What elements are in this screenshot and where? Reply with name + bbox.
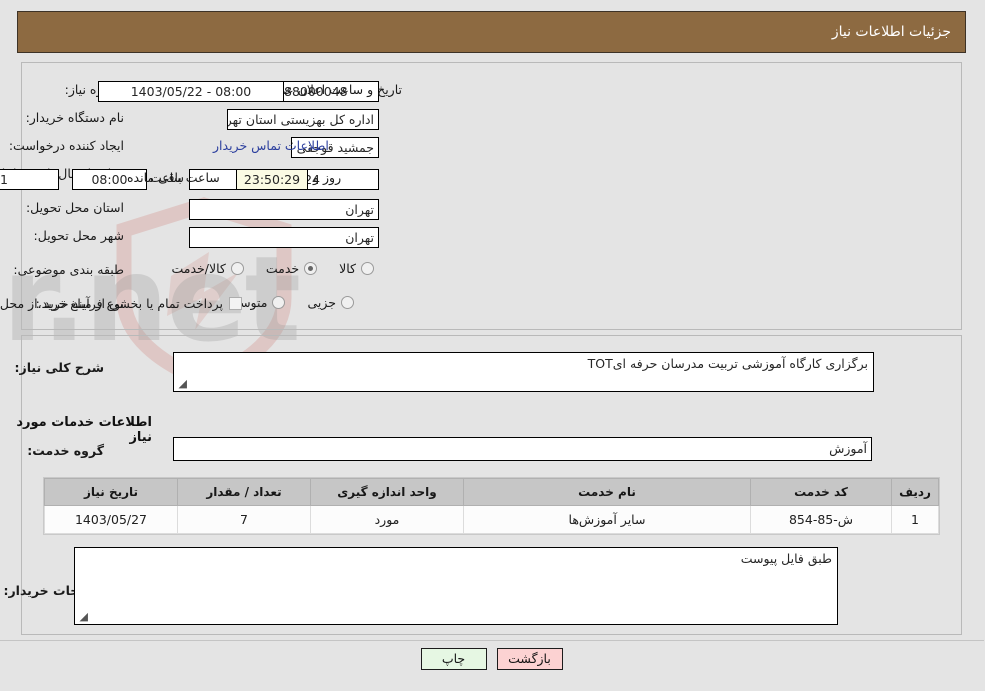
deadline-remaining-label: ساعت باقی مانده bbox=[128, 170, 221, 185]
delivery-province-label: استان محل تحویل: bbox=[26, 200, 125, 215]
subject-classification-radios: کالا خدمت کالا/خدمت bbox=[150, 261, 375, 276]
general-description-label-row: شرح کلی نیاز: bbox=[16, 360, 105, 375]
treasury-bond-checkbox-row[interactable]: پرداخت تمام یا بخشی از مبلغ خرید،از محل … bbox=[0, 296, 243, 311]
radio-item-khedmat[interactable]: خدمت bbox=[266, 261, 319, 276]
deadline-remaining-label-row: ساعت باقی مانده bbox=[128, 170, 221, 185]
services-table: ردیف کد خدمت نام خدمت واحد اندازه گیری ت… bbox=[45, 478, 940, 534]
delivery-city-field: تهران bbox=[190, 227, 380, 248]
general-description-label: شرح کلی نیاز: bbox=[15, 360, 105, 375]
back-button[interactable]: بازگشت bbox=[497, 648, 564, 670]
treasury-bond-checkbox-icon[interactable] bbox=[230, 297, 243, 310]
radio-jozee-icon[interactable] bbox=[342, 296, 355, 309]
footer-separator bbox=[0, 640, 985, 641]
subject-classification-label: طبقه بندی موضوعی: bbox=[14, 262, 125, 277]
radio-kala-label: کالا bbox=[340, 261, 357, 276]
deadline-countdown-field: 23:50:29 bbox=[237, 169, 309, 190]
th-need-date: تاریخ نیاز bbox=[45, 478, 179, 506]
th-quantity: تعداد / مقدار bbox=[178, 478, 312, 506]
buyer-org-label-row: نام دستگاه خریدار: bbox=[27, 110, 125, 125]
radio-item-jozee[interactable]: جزیی bbox=[308, 295, 355, 310]
th-unit: واحد اندازه گیری bbox=[311, 478, 465, 506]
service-group-label-row: گروه خدمت: bbox=[28, 443, 105, 458]
cell-radif: 1 bbox=[892, 505, 940, 534]
need-summary-panel bbox=[22, 62, 963, 330]
th-service-code: کد خدمت bbox=[751, 478, 893, 506]
cell-quantity: 7 bbox=[178, 505, 312, 534]
request-creator-label-row: ایجاد کننده درخواست: bbox=[10, 138, 125, 153]
page-header: جزئیات اطلاعات نیاز bbox=[18, 11, 967, 53]
buyer-notes-value: طبق فایل پیوست bbox=[741, 551, 833, 566]
general-description-value: برگزاری کارگاه آموزشی تربیت مدرسان حرفه … bbox=[588, 356, 869, 371]
deadline-days-field: 1 bbox=[0, 169, 60, 190]
delivery-province-label-row: استان محل تحویل: bbox=[27, 200, 125, 215]
service-group-field: آموزش bbox=[174, 437, 873, 461]
radio-kala-icon[interactable] bbox=[362, 262, 375, 275]
service-group-label: گروه خدمت: bbox=[28, 443, 105, 458]
deadline-days-label-row: روز و bbox=[314, 170, 342, 185]
radio-khedmat-label: خدمت bbox=[266, 261, 301, 276]
th-radif: ردیف bbox=[892, 478, 940, 506]
buyer-org-field: اداره کل بهزیستی استان تهران bbox=[228, 109, 380, 130]
services-table-wrapper: ردیف کد خدمت نام خدمت واحد اندازه گیری ت… bbox=[44, 477, 941, 535]
th-service-name: نام خدمت bbox=[464, 478, 752, 506]
resize-grip-icon[interactable]: ◢ bbox=[178, 378, 188, 389]
treasury-bond-checkbox-label: پرداخت تمام یا بخشی از مبلغ خرید،از محل … bbox=[0, 296, 224, 311]
cell-unit: مورد bbox=[311, 505, 465, 534]
resize-grip-icon-notes[interactable]: ◢ bbox=[79, 611, 89, 622]
subject-classification-label-row: طبقه بندی موضوعی: bbox=[14, 262, 125, 277]
contact-link-row[interactable]: اطلاعات تماس خریدار bbox=[214, 138, 330, 153]
radio-kala-khedmat-icon[interactable] bbox=[231, 262, 245, 275]
table-row: 1 ش-85-854 سایر آموزش‌ها مورد 7 1403/05/… bbox=[45, 505, 940, 534]
page-title: جزئیات اطلاعات نیاز bbox=[832, 24, 952, 40]
radio-item-kala-khedmat[interactable]: کالا/خدمت bbox=[172, 261, 245, 276]
radio-jozee-label: جزیی bbox=[308, 295, 337, 310]
cell-service-code: ش-85-854 bbox=[751, 505, 893, 534]
request-creator-label: ایجاد کننده درخواست: bbox=[9, 138, 125, 153]
table-header-row: ردیف کد خدمت نام خدمت واحد اندازه گیری ت… bbox=[45, 478, 940, 506]
services-section-title: اطلاعات خدمات مورد نیاز bbox=[17, 415, 153, 445]
announce-datetime-field: 08:00 - 1403/05/22 bbox=[99, 81, 285, 102]
delivery-city-label-row: شهر محل تحویل: bbox=[35, 228, 125, 243]
delivery-province-field: تهران bbox=[190, 199, 380, 220]
cell-need-date: 1403/05/27 bbox=[45, 505, 179, 534]
deadline-days-label: روز و bbox=[314, 170, 343, 185]
cell-service-name: سایر آموزش‌ها bbox=[464, 505, 752, 534]
print-button[interactable]: چاپ bbox=[421, 648, 488, 670]
radio-item-kala[interactable]: کالا bbox=[340, 261, 375, 276]
radio-motevaset-icon[interactable] bbox=[273, 296, 287, 309]
buyer-contact-link[interactable]: اطلاعات تماس خریدار bbox=[214, 138, 330, 153]
radio-kala-khedmat-label: کالا/خدمت bbox=[172, 261, 227, 276]
radio-khedmat-icon[interactable] bbox=[305, 262, 319, 275]
delivery-city-label: شهر محل تحویل: bbox=[34, 228, 125, 243]
general-description-textarea[interactable]: برگزاری کارگاه آموزشی تربیت مدرسان حرفه … bbox=[174, 352, 875, 392]
buyer-notes-textarea[interactable]: طبق فایل پیوست ◢ bbox=[75, 547, 839, 625]
footer-button-bar: بازگشت چاپ bbox=[0, 648, 985, 670]
buyer-org-label: نام دستگاه خریدار: bbox=[26, 110, 125, 125]
